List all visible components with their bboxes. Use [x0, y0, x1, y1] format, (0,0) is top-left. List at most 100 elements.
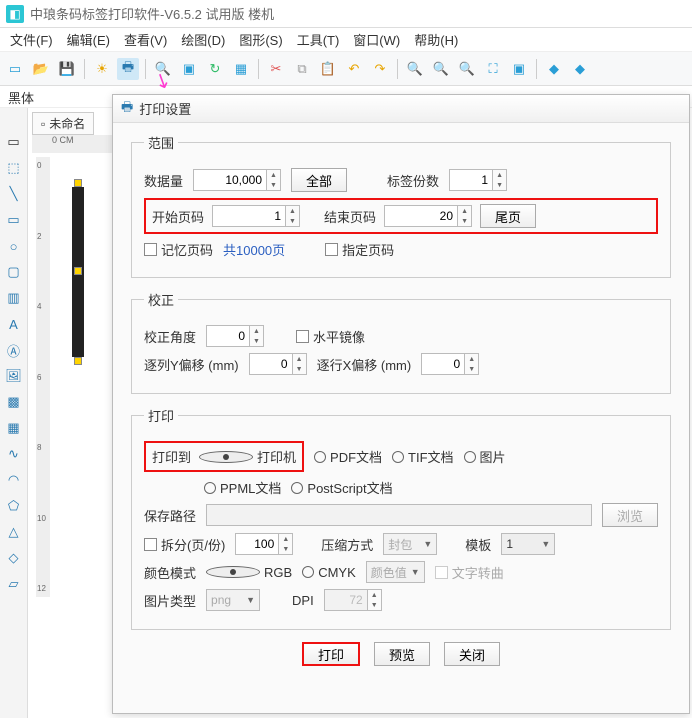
radio-cmyk[interactable]: CMYK — [302, 565, 356, 580]
color-mode-label: 颜色模式 — [144, 563, 196, 582]
zoom-icon[interactable]: 🔍 — [152, 58, 174, 80]
separator — [84, 59, 85, 79]
para-icon[interactable]: ▱ — [4, 574, 24, 594]
specify-page-checkbox[interactable]: 指定页码 — [325, 240, 394, 259]
angle-input[interactable]: ▲▼ — [206, 325, 264, 347]
split-checkbox[interactable]: 拆分(页/份) — [144, 535, 225, 554]
h-mirror-checkbox[interactable]: 水平镜像 — [296, 327, 365, 346]
open-icon[interactable]: 📂 — [30, 58, 52, 80]
text-curve-checkbox: 文字转曲 — [435, 563, 504, 582]
zoomin-icon[interactable]: 🔍 — [404, 58, 426, 80]
start-page-label: 开始页码 — [152, 207, 204, 226]
misc-icon[interactable]: ◆ — [543, 58, 565, 80]
circle-icon[interactable]: ○ — [4, 236, 24, 256]
misc2-icon[interactable]: ◆ — [569, 58, 591, 80]
table-icon[interactable]: ▦ — [4, 418, 24, 438]
template-label: 模板 — [465, 535, 491, 554]
label-copies-input[interactable]: ▲▼ — [449, 169, 507, 191]
preview-button[interactable]: 预览 — [374, 642, 430, 666]
textbox-icon[interactable]: Ⓐ — [4, 340, 24, 360]
new-icon[interactable]: ▭ — [4, 58, 26, 80]
arc-icon[interactable]: ◠ — [4, 470, 24, 490]
barcode-icon[interactable]: ▥ — [4, 288, 24, 308]
menu-draw[interactable]: 绘图(D) — [175, 28, 231, 51]
zoom100-icon[interactable]: 🔍 — [456, 58, 478, 80]
star-icon[interactable]: ◇ — [4, 548, 24, 568]
zoomout-icon[interactable]: 🔍 — [430, 58, 452, 80]
menu-file[interactable]: 文件(F) — [4, 28, 59, 51]
correction-group: 校正 校正角度 ▲▼ 水平镜像 逐列Y偏移 (mm) ▲▼ 逐行X偏移 (mm)… — [131, 290, 671, 394]
dpi-input: ▲▼ — [324, 589, 382, 611]
fitwin-icon[interactable]: ⛶ — [482, 58, 504, 80]
start-page-input[interactable]: ▲▼ — [212, 205, 300, 227]
save-icon[interactable]: 💾 — [56, 58, 78, 80]
radio-img[interactable]: 图片 — [464, 447, 506, 466]
compress-select: 封包▼ — [383, 533, 437, 555]
image-icon[interactable]: 🖼 — [4, 366, 24, 386]
total-pages-link[interactable]: 共10000页 — [223, 240, 285, 259]
last-page-button[interactable]: 尾页 — [480, 204, 536, 228]
radio-tif[interactable]: TIF文档 — [392, 447, 454, 466]
curve-icon[interactable]: ∿ — [4, 444, 24, 464]
poly-icon[interactable]: ⬠ — [4, 496, 24, 516]
line-icon[interactable]: ╲ — [4, 184, 24, 204]
select-icon[interactable]: ⬚ — [4, 158, 24, 178]
fit-icon[interactable]: ▣ — [178, 58, 200, 80]
data-count-input[interactable]: ▲▼ — [193, 169, 281, 191]
grid-icon[interactable]: ▦ — [230, 58, 252, 80]
menu-help[interactable]: 帮助(H) — [408, 28, 464, 51]
menu-view[interactable]: 查看(V) — [118, 28, 173, 51]
handle-bot[interactable] — [74, 357, 82, 365]
end-page-label: 结束页码 — [324, 207, 376, 226]
settings-icon[interactable]: ☀ — [91, 58, 113, 80]
copy-icon[interactable]: ⧉ — [291, 58, 313, 80]
save-path-label: 保存路径 — [144, 506, 196, 525]
handle-mid[interactable] — [74, 267, 82, 275]
print-legend: 打印 — [144, 406, 178, 425]
tri-icon[interactable]: △ — [4, 522, 24, 542]
text-icon[interactable]: A — [4, 314, 24, 334]
rect-icon[interactable]: ▭ — [4, 210, 24, 230]
menu-edit[interactable]: 编辑(E) — [61, 28, 116, 51]
qr-icon[interactable]: ▩ — [4, 392, 24, 412]
refresh-icon[interactable]: ↻ — [204, 58, 226, 80]
template-select[interactable]: 1▼ — [501, 533, 555, 555]
col-x-input[interactable]: ▲▼ — [421, 353, 479, 375]
print-to-highlight: 打印到 打印机 — [144, 441, 304, 472]
color-select: 颜色值▼ — [366, 561, 425, 583]
menu-window[interactable]: 窗口(W) — [347, 28, 406, 51]
redo-icon[interactable]: ↷ — [369, 58, 391, 80]
menu-tool[interactable]: 工具(T) — [291, 28, 346, 51]
fullscreen-icon[interactable]: ▣ — [508, 58, 530, 80]
dialog-titlebar[interactable]: 🖶 打印设置 — [113, 95, 689, 123]
h-ruler: 0 CM — [32, 135, 120, 153]
title-bar: ◧ 中琅条码标签打印软件-V6.5.2 试用版 楼机 — [0, 0, 692, 28]
radio-pdf[interactable]: PDF文档 — [314, 447, 382, 466]
pointer-icon[interactable]: ▭ — [4, 132, 24, 152]
split-input[interactable]: ▲▼ — [235, 533, 293, 555]
end-page-input[interactable]: ▲▼ — [384, 205, 472, 227]
col-x-label: 逐行X偏移 (mm) — [317, 355, 412, 374]
undo-icon[interactable]: ↶ — [343, 58, 365, 80]
close-button[interactable]: 关闭 — [444, 642, 500, 666]
paste-icon[interactable]: 📋 — [317, 58, 339, 80]
radio-printer[interactable]: 打印机 — [199, 447, 296, 466]
imgtype-label: 图片类型 — [144, 591, 196, 610]
radio-ppml[interactable]: PPML文档 — [204, 478, 281, 497]
canvas[interactable]: 024681012 — [50, 157, 120, 597]
angle-label: 校正角度 — [144, 327, 196, 346]
menu-shape[interactable]: 图形(S) — [233, 28, 288, 51]
remember-page-checkbox[interactable]: 记忆页码 — [144, 240, 213, 259]
row-y-input[interactable]: ▲▼ — [249, 353, 307, 375]
handle-top[interactable] — [74, 179, 82, 187]
print-settings-dialog: 🖶 打印设置 范围 数据量 ▲▼ 全部 标签份数 ▲▼ 开始页码 ▲▼ 结束页码… — [112, 94, 690, 714]
all-button[interactable]: 全部 — [291, 168, 347, 192]
radio-rgb[interactable]: RGB — [206, 565, 292, 580]
separator — [258, 59, 259, 79]
rrect-icon[interactable]: ▢ — [4, 262, 24, 282]
cut-icon[interactable]: ✂ — [265, 58, 287, 80]
print-button[interactable]: 打印 — [302, 642, 360, 666]
radio-postscript[interactable]: PostScript文档 — [291, 478, 392, 497]
print-icon[interactable]: 🖶 — [117, 58, 139, 80]
document-tab[interactable]: ▫ 未命名 — [32, 112, 94, 135]
